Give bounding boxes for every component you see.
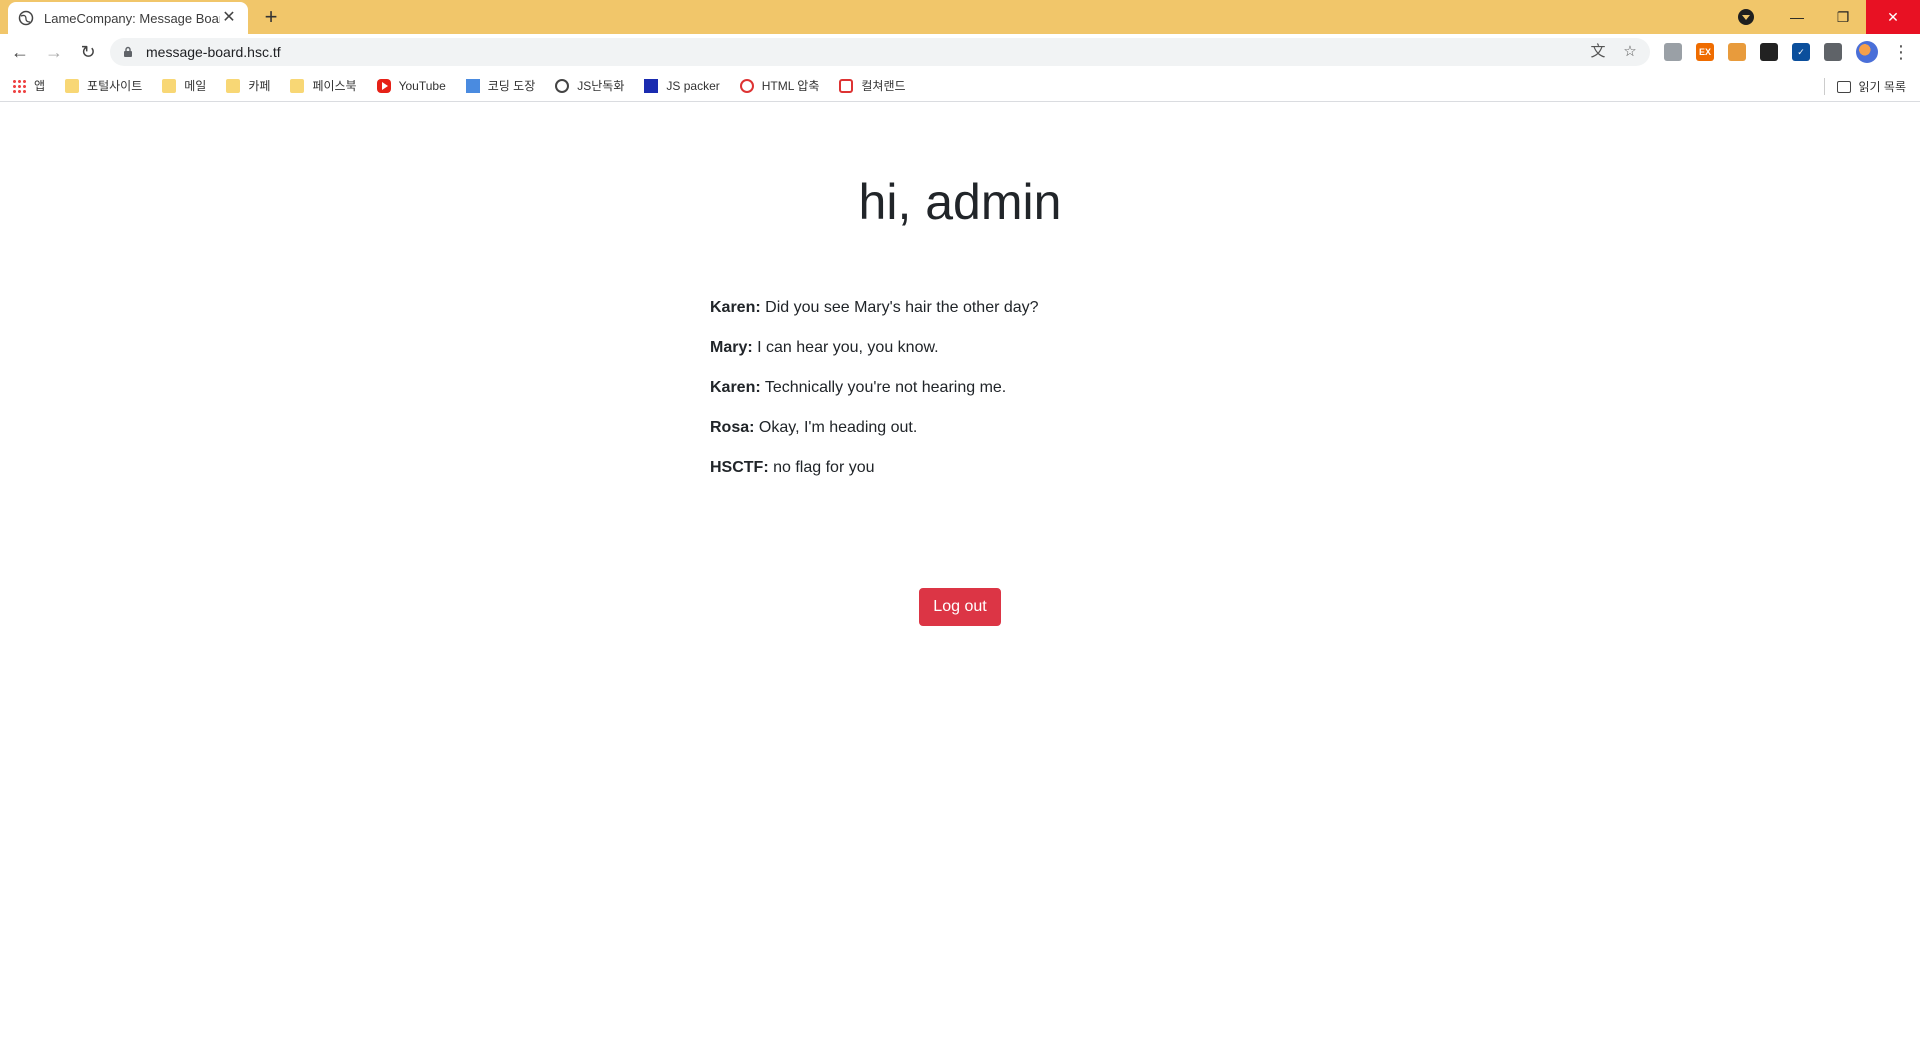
bookmark-item[interactable]: 메일 <box>162 77 206 94</box>
message-item: Mary: I can hear you, you know. <box>710 338 1310 358</box>
bookmark-label: 코딩 도장 <box>487 79 536 93</box>
tab-close-icon[interactable]: ✕ <box>220 9 238 27</box>
bookmark-label: YouTube <box>398 78 446 93</box>
puzzle-icon[interactable] <box>1824 43 1842 61</box>
bookmark-item[interactable]: 포털사이트 <box>65 77 142 94</box>
bookmark-item[interactable]: 앱 <box>12 77 45 94</box>
message-item: Karen: Did you see Mary's hair the other… <box>710 298 1310 318</box>
bookmark-item[interactable]: 페이스북 <box>290 77 357 94</box>
tab-search-icon[interactable] <box>1738 9 1754 25</box>
apps-icon <box>12 78 26 93</box>
profile-avatar[interactable] <box>1856 41 1878 63</box>
bookmark-item[interactable]: HTML 압축 <box>739 77 820 94</box>
extension-orange-icon[interactable]: EX <box>1696 43 1714 61</box>
bookmark-label: JS난독화 <box>577 79 625 93</box>
html-compress-icon <box>739 78 754 93</box>
message-text: I can hear you, you know. <box>757 339 939 356</box>
check-icon[interactable]: ✓ <box>1792 43 1810 61</box>
jspacker-icon <box>644 78 659 93</box>
bookmark-label: 컬쳐랜드 <box>861 79 906 93</box>
glasses-icon[interactable] <box>1760 43 1778 61</box>
logout-button[interactable]: Log out <box>919 588 1001 626</box>
bookmark-star-icon[interactable]: ☆ <box>1622 44 1638 60</box>
browser-toolbar: ← → ↻ message-board.hsc.tf 文 ☆ EX ✓ ⋮ <box>0 34 1920 70</box>
translate-icon[interactable]: 文 <box>1590 44 1606 60</box>
address-bar[interactable]: message-board.hsc.tf 文 ☆ <box>110 38 1650 66</box>
bookmark-item[interactable]: JS난독화 <box>555 77 624 94</box>
message-author: Karen: <box>710 379 761 396</box>
bookmark-item[interactable]: YouTube <box>376 78 446 93</box>
bookmark-label: 포털사이트 <box>87 79 143 93</box>
bookmark-label: 메일 <box>184 79 207 93</box>
cast-icon[interactable] <box>1664 43 1682 61</box>
bookmark-item[interactable]: 카페 <box>226 77 270 94</box>
message-text: Technically you're not hearing me. <box>764 379 1007 396</box>
message-author: Rosa: <box>710 419 755 436</box>
globe-icon <box>555 78 570 93</box>
bookmark-label: HTML 압축 <box>761 79 820 93</box>
message-text: no flag for you <box>773 459 875 476</box>
message-text: Okay, I'm heading out. <box>758 419 918 436</box>
message-list: Karen: Did you see Mary's hair the other… <box>710 298 1310 498</box>
bookmark-label: 앱 <box>34 79 46 93</box>
message-item: Karen: Technically you're not hearing me… <box>710 378 1310 398</box>
bookmark-label: 카페 <box>248 79 271 93</box>
bookmark-item[interactable]: JS packer <box>644 78 720 93</box>
back-button[interactable]: ← <box>6 38 34 66</box>
reload-button[interactable]: ↻ <box>74 38 102 66</box>
page-title: hi, admin <box>858 174 1062 230</box>
minimize-button[interactable]: — <box>1774 0 1820 34</box>
browser-menu-icon[interactable]: ⋮ <box>1892 43 1910 61</box>
message-author: Mary: <box>710 339 753 356</box>
cookie-icon[interactable] <box>1728 43 1746 61</box>
message-item: HSCTF: no flag for you <box>710 458 1310 478</box>
extensions-area: EX ✓ ⋮ <box>1664 40 1910 64</box>
folder-icon <box>290 78 305 93</box>
bookmark-item[interactable]: 컬쳐랜드 <box>839 77 906 94</box>
message-author: HSCTF: <box>710 459 769 476</box>
close-window-button[interactable]: ✕ <box>1866 0 1920 34</box>
tab-title: LameCompany: Message Board <box>44 10 220 26</box>
window-controls: — ❐ ✕ <box>1738 0 1920 34</box>
globe-icon <box>18 10 34 26</box>
lock-icon[interactable] <box>122 46 134 58</box>
bookmarks-bar: 앱 포털사이트 메일 카페 페이스북 YouTube 코딩 도장 JS난독화 JS packer… <box>0 70 1920 102</box>
browser-tab-active[interactable]: LameCompany: Message Board ✕ <box>8 2 248 34</box>
folder-icon <box>65 78 80 93</box>
youtube-icon <box>376 78 391 93</box>
reading-list-button[interactable]: 읽기 목록 <box>1823 78 1907 95</box>
reading-list-label: 읽기 목록 <box>1858 80 1907 94</box>
bookmark-label: JS packer <box>666 78 720 93</box>
folder-icon <box>162 78 177 93</box>
message-author: Karen: <box>710 299 761 316</box>
cultureland-icon <box>839 78 854 93</box>
message-item: Rosa: Okay, I'm heading out. <box>710 418 1310 438</box>
folder-icon <box>226 78 241 93</box>
reading-list-icon <box>1836 80 1851 93</box>
page-content: hi, admin Karen: Did you see Mary's hair… <box>0 103 1920 1040</box>
bookmark-item[interactable]: 코딩 도장 <box>465 77 536 94</box>
url-text[interactable]: message-board.hsc.tf <box>146 44 1574 60</box>
codingdojang-icon <box>465 78 480 93</box>
forward-button[interactable]: → <box>40 38 68 66</box>
browser-titlebar: LameCompany: Message Board ✕ + — ❐ ✕ <box>0 0 1920 34</box>
restore-button[interactable]: ❐ <box>1820 0 1866 34</box>
new-tab-button[interactable]: + <box>260 6 282 28</box>
bookmark-label: 페이스북 <box>312 79 357 93</box>
message-text: Did you see Mary's hair the other day? <box>765 299 1039 316</box>
